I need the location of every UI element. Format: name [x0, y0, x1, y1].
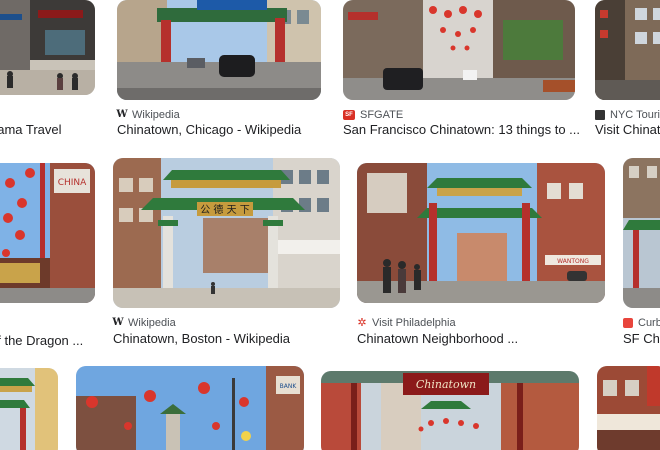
result-card[interactable]: CHINA of the Dragon ...: [0, 163, 95, 348]
result-title[interactable]: Visit Chinato: [595, 121, 660, 138]
chinatown-gate-photo: [0, 368, 58, 450]
sf-chinatown-street-photo: [623, 158, 660, 308]
result-card[interactable]: WANTONG ✲ Visit Philadelphia Chinatown N…: [357, 163, 605, 348]
street-photo: [0, 0, 95, 95]
nyc-tourism-icon: [595, 110, 605, 120]
result-title[interactable]: Chinatown, Boston - Wikipedia: [113, 330, 290, 347]
shop-sign-text: WANTONG: [557, 258, 589, 265]
bank-sign-text: BANK: [280, 383, 298, 390]
chicago-chinatown-photo: [117, 0, 321, 100]
result-card[interactable]: NYC Touris Visit Chinato: [595, 0, 660, 140]
sfgate-icon: SF: [343, 110, 355, 120]
gate-sign-text: 公 德 天 下: [200, 203, 250, 216]
result-card[interactable]: 公 德 天 下 W Wikipedia Chinatown, Boston - …: [112, 158, 340, 348]
sf-chinatown-photo: [343, 0, 575, 100]
chinatown-sign-text: Chinatown: [416, 378, 476, 391]
result-title[interactable]: Chinatown, Chicago - Wikipedia: [117, 121, 301, 138]
result-thumbnail[interactable]: BANK: [76, 366, 304, 450]
source-name: SFGATE: [360, 109, 404, 121]
dragon-sign-text: CHINA: [58, 178, 87, 188]
result-title[interactable]: San Francisco Chinatown: 13 things to ..…: [343, 121, 580, 138]
storefront-photo: [597, 366, 660, 450]
boston-chinatown-gate-photo: 公 德 天 下: [113, 158, 340, 308]
visit-philadelphia-icon: ✲: [357, 317, 367, 329]
result-card[interactable]: Chinatown: [321, 371, 579, 450]
wikipedia-icon: W: [112, 317, 124, 328]
result-title[interactable]: hama Travel: [0, 121, 62, 138]
result-thumbnail[interactable]: WANTONG: [357, 163, 605, 303]
nyc-chinatown-photo: [595, 0, 660, 100]
result-title[interactable]: Chinatown Neighborhood ...: [357, 330, 518, 347]
result-source[interactable]: SF SFGATE: [343, 108, 403, 122]
source-name: Wikipedia: [132, 109, 180, 121]
wikipedia-icon: W: [116, 109, 128, 120]
result-card[interactable]: Curb SF Ch: [623, 158, 660, 348]
source-name: Curb: [638, 317, 660, 329]
result-thumbnail[interactable]: CHINA: [0, 163, 95, 303]
result-card[interactable]: SF SFGATE San Francisco Chinatown: 13 th…: [343, 0, 580, 140]
result-thumbnail[interactable]: [343, 0, 575, 100]
result-card[interactable]: W Wikipedia Chinatown, Chicago - Wikiped…: [116, 0, 321, 140]
result-card[interactable]: [597, 366, 660, 450]
source-name: NYC Touris: [610, 109, 660, 121]
philadelphia-chinatown-gate-photo: WANTONG: [357, 163, 605, 303]
result-thumbnail[interactable]: [0, 0, 95, 95]
chinatown-sign-street-photo: Chinatown: [321, 371, 579, 450]
source-name: Wikipedia: [128, 317, 176, 329]
result-source[interactable]: W Wikipedia: [116, 108, 180, 122]
result-thumbnail[interactable]: [597, 366, 660, 450]
result-thumbnail[interactable]: Chinatown: [321, 371, 579, 450]
result-source[interactable]: ✲ Visit Philadelphia: [357, 316, 456, 330]
result-thumbnail[interactable]: 公 德 天 下: [113, 158, 340, 308]
result-thumbnail[interactable]: [623, 158, 660, 308]
result-title[interactable]: SF Ch: [623, 330, 660, 347]
result-source[interactable]: NYC Touris: [595, 108, 660, 122]
result-thumbnail[interactable]: [595, 0, 660, 100]
result-thumbnail[interactable]: [117, 0, 321, 100]
source-name: Visit Philadelphia: [372, 317, 456, 329]
result-title[interactable]: of the Dragon ...: [0, 332, 83, 349]
lantern-street-photo: BANK: [76, 366, 304, 450]
result-card[interactable]: BANK: [76, 366, 304, 450]
result-source[interactable]: Curb: [623, 316, 660, 330]
dragon-street-photo: CHINA: [0, 163, 95, 303]
curbed-icon: [623, 318, 633, 328]
result-card[interactable]: [0, 368, 58, 450]
result-card[interactable]: hama Travel: [0, 0, 95, 140]
result-source[interactable]: W Wikipedia: [112, 316, 176, 330]
result-thumbnail[interactable]: [0, 368, 58, 450]
